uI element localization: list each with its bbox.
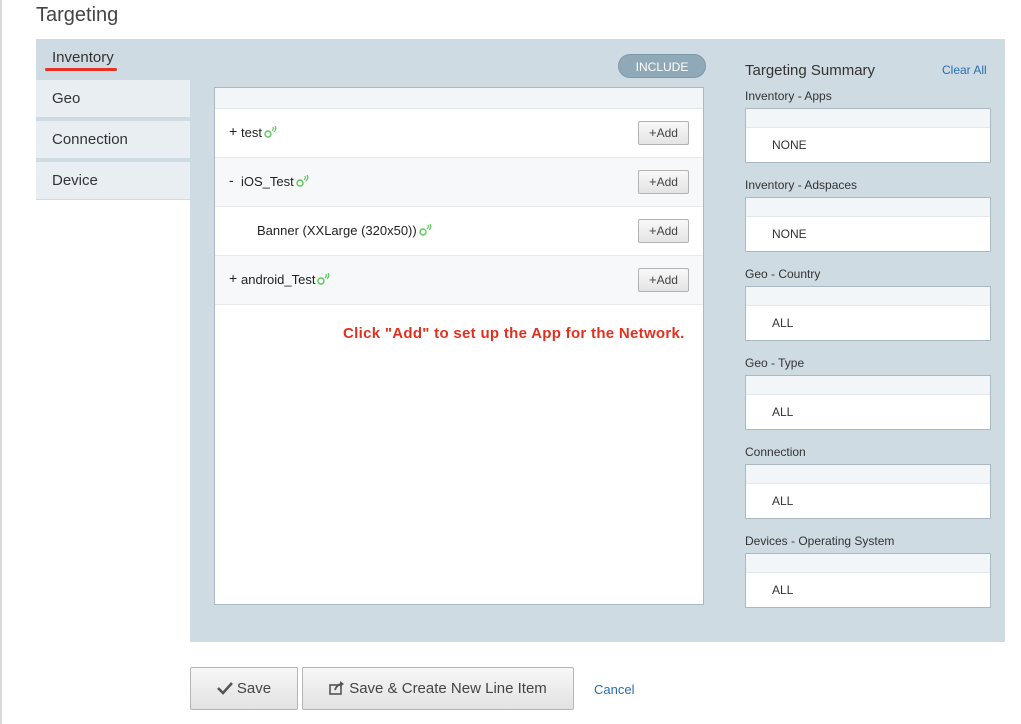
add-hint-annotation: Click "Add" to set up the App for the Ne…	[343, 325, 685, 342]
add-button[interactable]: +Add	[638, 268, 689, 292]
tab-inventory[interactable]: Inventory	[36, 39, 190, 76]
save-label: Save	[236, 680, 272, 697]
summary-label: Geo - Type	[745, 356, 805, 370]
cancel-link[interactable]: Cancel	[594, 682, 634, 697]
inventory-list-header	[215, 88, 703, 109]
summary-devices-os: Devices - Operating System ALL	[745, 534, 991, 608]
add-plus: +	[649, 125, 657, 140]
summary-value: ALL	[772, 583, 794, 597]
save-and-create-label: Save & Create New Line Item	[349, 680, 547, 697]
inventory-row-test: + test +Add	[215, 109, 703, 158]
add-button[interactable]: +Add	[638, 219, 689, 243]
summary-inventory-apps: Inventory - Apps NONE	[745, 89, 991, 163]
summary-value: ALL	[772, 494, 794, 508]
tab-geo[interactable]: Geo	[36, 80, 190, 117]
summary-label: Connection	[745, 445, 806, 459]
add-label: Add	[656, 175, 678, 189]
add-label: Add	[656, 224, 678, 238]
expand-toggle[interactable]: +	[229, 123, 239, 139]
inventory-row-label: Banner (XXLarge (320x50))	[257, 223, 417, 238]
inventory-row-label: iOS_Test	[241, 174, 294, 189]
add-plus: +	[649, 174, 657, 189]
tab-connection-label: Connection	[52, 131, 128, 148]
summary-geo-type: Geo - Type ALL	[745, 356, 991, 430]
summary-box: NONE	[745, 108, 991, 163]
signal-icon	[296, 175, 309, 187]
summary-value: ALL	[772, 405, 794, 419]
tab-inventory-label: Inventory	[52, 49, 114, 66]
inventory-row-banner: Banner (XXLarge (320x50)) +Add	[215, 207, 703, 256]
summary-geo-country: Geo - Country ALL	[745, 267, 991, 341]
signal-icon	[419, 224, 432, 236]
inventory-row-android-test: + android_Test +Add	[215, 256, 703, 305]
summary-box: ALL	[745, 464, 991, 519]
summary-box: ALL	[745, 286, 991, 341]
inventory-row-label: test	[241, 125, 262, 140]
signal-icon	[317, 273, 330, 285]
clear-all-link[interactable]: Clear All	[942, 63, 987, 77]
summary-title: Targeting Summary	[745, 62, 876, 79]
summary-connection: Connection ALL	[745, 445, 991, 519]
tab-geo-label: Geo	[52, 90, 81, 107]
summary-label: Inventory - Adspaces	[745, 178, 858, 192]
left-border	[0, 0, 2, 724]
summary-box: ALL	[745, 375, 991, 430]
add-plus: +	[649, 223, 657, 238]
summary-box: ALL	[745, 553, 991, 608]
summary-box: NONE	[745, 197, 991, 252]
include-toggle-button[interactable]: INCLUDE	[618, 54, 706, 78]
expand-toggle[interactable]: +	[229, 270, 239, 286]
checkmark-icon	[216, 682, 233, 695]
summary-value: NONE	[772, 227, 807, 241]
tab-device-label: Device	[52, 172, 98, 189]
save-button[interactable]: Save	[190, 667, 298, 710]
summary-value: NONE	[772, 138, 807, 152]
save-and-create-button[interactable]: Save & Create New Line Item	[302, 667, 574, 710]
active-tab-underline	[45, 68, 117, 71]
inventory-row-ios-test: - iOS_Test +Add	[215, 158, 703, 207]
tab-connection[interactable]: Connection	[36, 121, 190, 158]
signal-icon	[264, 126, 277, 138]
side-tabs-fill	[36, 200, 190, 642]
summary-value: ALL	[772, 316, 794, 330]
add-plus: +	[649, 272, 657, 287]
tab-device[interactable]: Device	[36, 162, 190, 199]
inventory-row-label: android_Test	[241, 272, 316, 287]
add-label: Add	[656, 273, 678, 287]
inventory-list: + test +Add - iOS_Test +Add Banner (XXLa…	[214, 87, 704, 605]
share-icon	[329, 681, 345, 695]
page-title: Targeting	[36, 4, 119, 26]
add-button[interactable]: +Add	[638, 121, 689, 145]
summary-inventory-adspaces: Inventory - Adspaces NONE	[745, 178, 991, 252]
add-label: Add	[656, 126, 678, 140]
summary-label: Devices - Operating System	[745, 534, 895, 548]
targeting-panel: Inventory Geo Connection Device INCLUDE …	[36, 39, 1005, 642]
summary-label: Inventory - Apps	[745, 89, 832, 103]
summary-label: Geo - Country	[745, 267, 821, 281]
targeting-tabs: Inventory Geo Connection Device	[36, 39, 190, 203]
add-button[interactable]: +Add	[638, 170, 689, 194]
collapse-toggle[interactable]: -	[229, 172, 239, 188]
